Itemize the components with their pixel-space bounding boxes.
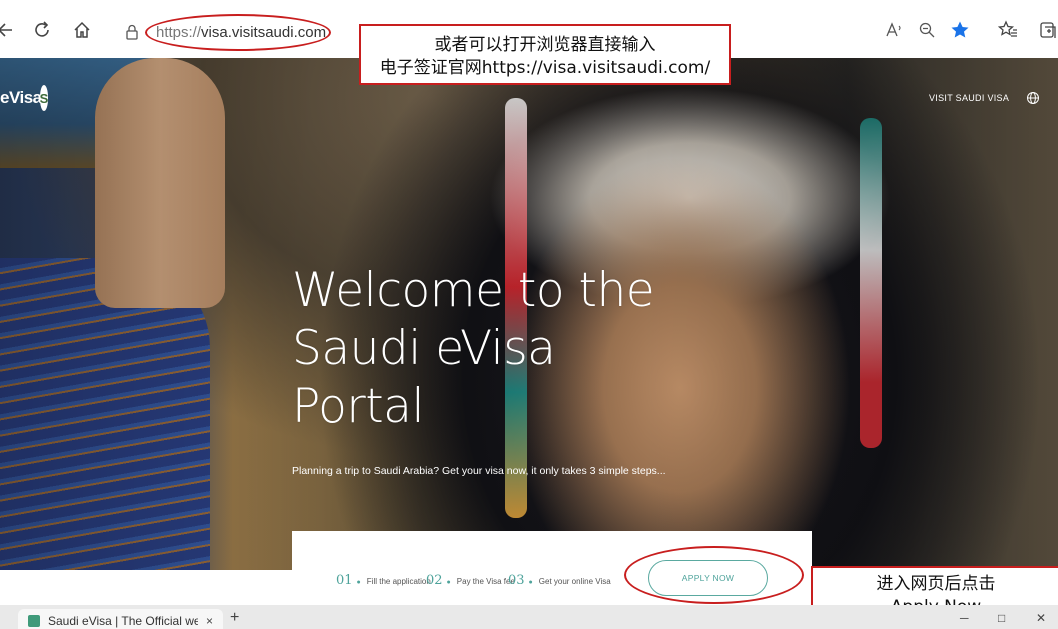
hero-subtitle: Planning a trip to Saudi Arabia? Get you… (292, 465, 666, 477)
browser-tab-strip: Saudi eVisa | The Official websit × + ─ … (0, 605, 1058, 629)
hero-title-line: Welcome to the (292, 263, 655, 318)
globe-icon[interactable] (1026, 91, 1040, 105)
hero-title-line: Portal (292, 379, 425, 434)
tab-saudi-evisa[interactable]: Saudi eVisa | The Official websit × (18, 609, 223, 629)
minimize-icon[interactable]: ─ (960, 611, 969, 625)
step-number: 03 (508, 573, 525, 588)
lock-icon[interactable] (122, 22, 142, 42)
logo-text: eVisa (0, 88, 42, 107)
home-icon[interactable] (70, 18, 94, 42)
window-close-icon[interactable]: ✕ (1036, 611, 1046, 625)
step-label: Fill the application (366, 577, 431, 586)
step-number: 01 (336, 573, 353, 588)
site-favicon-icon (28, 615, 40, 627)
hero-banner: eVisa S VISIT SAUDI VISA Welcome to the … (0, 58, 1058, 570)
step-number: 02 (426, 573, 443, 588)
step-item: 02 ● Pay the Visa fee (426, 573, 515, 588)
top-annotation-note: 或者可以打开浏览器直接输入 电子签证官网https://visa.visitsa… (359, 24, 731, 85)
annotation-line: 电子签证官网https://visa.visitsaudi.com/ (379, 58, 711, 78)
hero-title-line: Saudi eVisa (292, 321, 556, 376)
refresh-icon[interactable] (30, 18, 54, 42)
tab-title: Saudi eVisa | The Official websit (48, 614, 198, 628)
favorite-star-icon[interactable] (948, 18, 972, 42)
step-dot-icon: ● (446, 579, 451, 586)
apply-now-button[interactable]: APPLY NOW (648, 560, 768, 596)
new-tab-icon[interactable]: + (230, 609, 239, 627)
favorites-list-icon[interactable] (996, 18, 1020, 42)
close-icon[interactable]: × (206, 614, 213, 628)
steps-card: 01 ● Fill the application 02 ● Pay the V… (292, 531, 812, 605)
step-dot-icon: ● (528, 579, 533, 586)
nav-visit-saudi-visa[interactable]: VISIT SAUDI VISA (929, 93, 1009, 103)
annotation-line: 或者可以打开浏览器直接输入 (434, 35, 656, 55)
read-aloud-icon[interactable] (882, 18, 906, 42)
collections-icon[interactable] (1036, 18, 1058, 42)
site-logo[interactable]: eVisa S (0, 80, 49, 116)
url-text[interactable]: https://visa.visitsaudi.com (156, 24, 326, 41)
back-arrow-icon[interactable] (0, 18, 16, 42)
maximize-icon[interactable]: □ (998, 611, 1005, 625)
logo-badge: S (39, 85, 49, 111)
step-label: Get your online Visa (538, 577, 611, 586)
step-item: 03 ● Get your online Visa (508, 573, 611, 588)
step-item: 01 ● Fill the application (336, 573, 431, 588)
hero-title: Welcome to the Saudi eVisa Portal (292, 262, 672, 436)
step-label: Pay the Visa fee (456, 577, 515, 586)
annotation-line: 进入网页后点击 (876, 574, 996, 594)
step-dot-icon: ● (356, 579, 361, 586)
zoom-icon[interactable] (915, 18, 939, 42)
